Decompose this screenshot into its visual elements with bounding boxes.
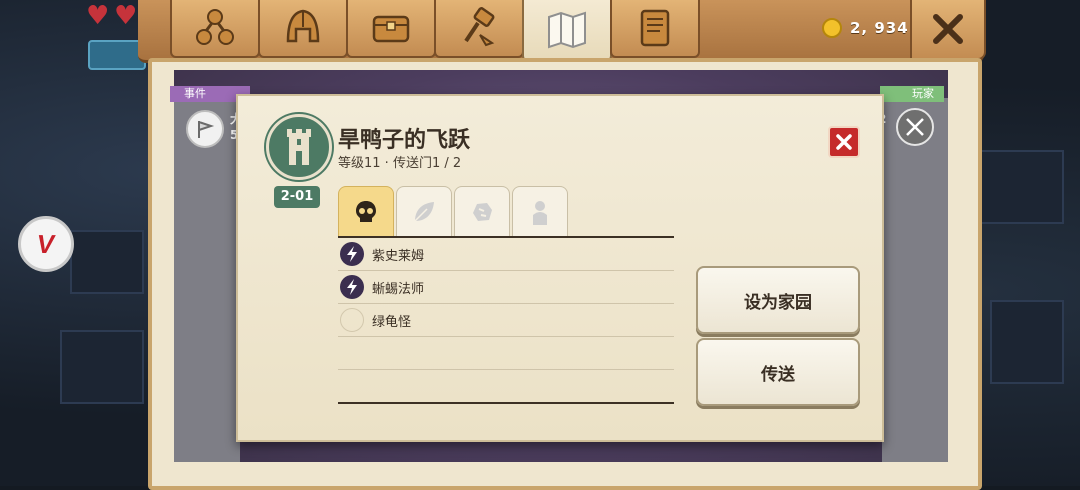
heart-icon: ♥	[114, 1, 138, 31]
monster-name: 紫史莱姆	[372, 248, 425, 264]
level-badge	[266, 114, 332, 180]
floor-tile	[60, 330, 144, 404]
crossed-swords-icon	[906, 118, 924, 136]
floor-tile	[990, 300, 1064, 384]
scroll-icon	[640, 9, 670, 47]
skill-tree-icon	[196, 9, 234, 45]
list-bottom-divider	[338, 402, 674, 404]
ore-icon	[473, 203, 492, 221]
level-info-dialog: 2-01 旱鸭子的飞跃 等级11 · 传送门1 / 2 紫史莱姆 蜥蜴法师 绿龟…	[236, 94, 884, 442]
floor-tile	[980, 150, 1064, 224]
tab-equipment[interactable]	[258, 0, 348, 58]
crafting-hammer-icon	[464, 7, 495, 47]
skull-icon	[356, 201, 376, 222]
leaf-icon	[414, 202, 434, 222]
level-code: 2-01	[274, 186, 320, 208]
tab-ores[interactable]	[454, 186, 510, 237]
coin-amount: 2, 934	[850, 19, 909, 37]
list-item[interactable]: 紫史莱姆	[338, 238, 674, 271]
monster-list: 紫史莱姆 蜥蜴法师 绿龟怪	[338, 238, 674, 402]
pvp-button[interactable]	[896, 108, 934, 146]
teleport-button[interactable]: 传送	[696, 338, 860, 406]
flag-button[interactable]	[186, 110, 224, 148]
tab-crafting[interactable]	[434, 0, 524, 58]
tab-skills[interactable]	[170, 0, 260, 58]
list-item[interactable]: 绿龟怪	[338, 304, 674, 337]
treasure-chest-icon	[372, 15, 410, 43]
tab-quests[interactable]	[610, 0, 700, 58]
close-icon	[933, 14, 963, 44]
castle-tower-icon	[287, 129, 311, 165]
coin-icon	[822, 18, 842, 38]
map-left-panel	[174, 98, 240, 462]
coin-counter: 2, 934	[822, 18, 909, 38]
lightning-icon	[340, 242, 364, 266]
lightning-icon	[340, 275, 364, 299]
person-icon	[533, 201, 547, 225]
dialog-close-button[interactable]	[828, 126, 860, 158]
map-right-panel	[882, 98, 948, 462]
app-logo-icon: V	[34, 228, 58, 259]
tab-npcs[interactable]	[512, 186, 568, 237]
set-home-button[interactable]: 设为家园	[696, 266, 860, 334]
floor-tile	[70, 230, 144, 294]
app-logo-button[interactable]: V	[18, 216, 74, 272]
close-menu-button[interactable]	[910, 0, 986, 60]
level-title: 旱鸭子的飞跃	[338, 128, 471, 153]
close-icon	[836, 134, 852, 150]
map-icon	[548, 11, 586, 49]
tab-map[interactable]	[522, 0, 612, 62]
empty-row	[338, 337, 674, 370]
level-subtitle: 等级11 · 传送门1 / 2	[338, 156, 462, 171]
health-hearts: ♥ ♥	[86, 1, 140, 31]
empty-row	[338, 370, 674, 402]
helmet-icon	[286, 9, 320, 43]
players-strip: 玩家	[880, 86, 944, 102]
monster-name: 蜥蜴法师	[372, 281, 425, 297]
tab-monsters[interactable]	[338, 186, 394, 237]
list-item[interactable]: 蜥蜴法师	[338, 271, 674, 304]
flag-icon	[198, 121, 215, 138]
category-tabs	[338, 186, 568, 237]
tab-plants[interactable]	[396, 186, 452, 237]
tab-inventory[interactable]	[346, 0, 436, 58]
monster-name: 绿龟怪	[372, 314, 412, 330]
heart-icon: ♥	[86, 1, 110, 31]
empty-slot-icon	[340, 308, 364, 332]
